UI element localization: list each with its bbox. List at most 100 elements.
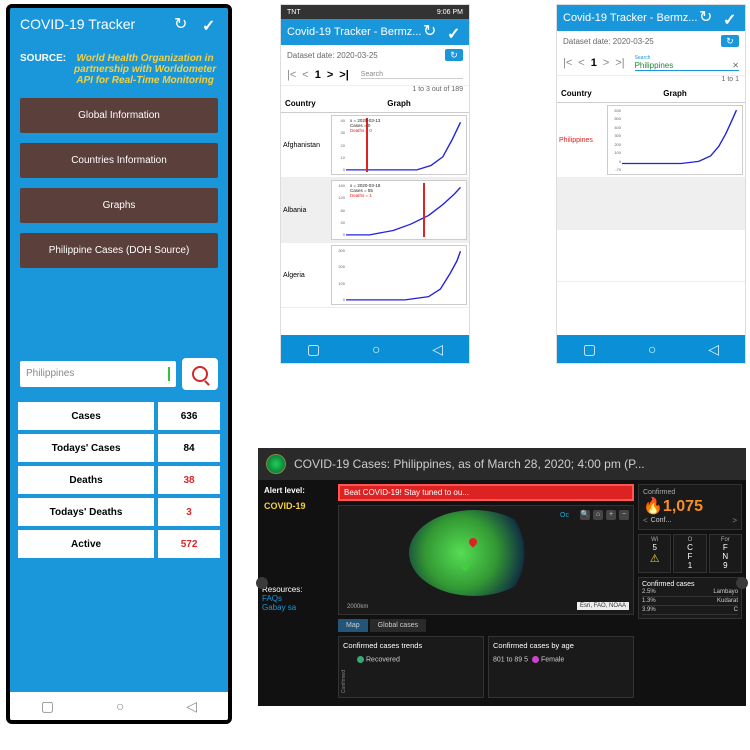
graphs-button[interactable]: Graphs <box>20 188 218 223</box>
home-icon[interactable]: ⌂ <box>593 510 603 520</box>
android-navbar: ▢ ○ ◁ <box>281 335 469 363</box>
tab-map[interactable]: Map <box>338 619 368 632</box>
check-icon[interactable] <box>202 16 218 32</box>
map-attribution: Esri, FAO, NOAA <box>577 602 629 610</box>
side-panel: Alert level: COVID-19 Resources: FAQs Ga… <box>262 484 334 698</box>
table-header: Country Graph <box>281 95 469 113</box>
dataset-row: Dataset date: 2020-03-25 ↻ <box>281 45 469 65</box>
next-icon[interactable]: > <box>732 516 737 525</box>
page-next-icon[interactable]: > <box>603 57 609 69</box>
phone-main: COVID-19 Tracker SOURCE: World Health Or… <box>6 4 232 724</box>
zoom-out-icon[interactable]: − <box>619 510 629 520</box>
resources-label: Resources: <box>262 585 334 594</box>
nav-back-icon[interactable]: ▢ <box>41 698 54 715</box>
map-tabs: Map Global cases <box>338 619 634 632</box>
philippine-cases-button[interactable]: Philippine Cases (DOH Source) <box>20 233 218 268</box>
global-information-button[interactable]: Global Information <box>20 98 218 133</box>
tile: Wi5⚠ <box>638 534 671 573</box>
country-graph: 16012080400 x = 2020-03-18Cases = 55Deat… <box>331 180 467 240</box>
sync-icon[interactable] <box>423 24 439 40</box>
app-header: Covid-19 Tracker - Bermz... <box>557 5 745 31</box>
tile: OC F 1 <box>673 534 706 573</box>
search-input[interactable]: Search Philippines✕ <box>635 55 739 71</box>
source-label: SOURCE: <box>20 53 66 86</box>
warning-icon: ⚠ <box>641 552 668 565</box>
stat-row: Cases636 <box>18 402 220 430</box>
search-icon <box>192 366 208 382</box>
android-navbar: ▢ ○ ◁ <box>557 335 745 363</box>
refresh-button[interactable]: ↻ <box>445 49 463 61</box>
phone-graph-filtered: Covid-19 Tracker - Bermz... Dataset date… <box>556 4 746 364</box>
page-next-icon[interactable]: > <box>327 69 333 81</box>
source-text: World Health Organization in partnership… <box>72 53 218 86</box>
pager: |< < 1 > >| Search <box>281 65 469 86</box>
prev-icon[interactable]: < <box>643 516 648 525</box>
page-number: 1 <box>315 69 321 81</box>
dot-recovered-icon <box>357 656 364 663</box>
confirmed-count-panel: Confirmed 🔥1,075 < Conf... > <box>638 484 742 530</box>
tab-global[interactable]: Global cases <box>370 619 426 632</box>
dot-female-icon <box>532 656 539 663</box>
country-name: Algeria <box>281 243 329 307</box>
nav-back-icon[interactable]: ▢ <box>307 341 320 358</box>
stats-table: Cases636 Todays' Cases84 Deaths38 Todays… <box>10 394 228 570</box>
nav-recent-icon[interactable]: ◁ <box>432 341 443 358</box>
nav-home-icon[interactable]: ○ <box>116 698 124 714</box>
country-graph: 403020100 x = 2020-03-13Cases = 0Deaths … <box>331 115 467 175</box>
dataset-date: Dataset date: 2020-03-25 <box>287 51 378 60</box>
nav-recent-icon[interactable]: ◁ <box>708 341 719 358</box>
country-graph: 6305004003002001000-70 <box>607 105 743 175</box>
resize-handle-icon[interactable] <box>256 577 268 589</box>
nav-home-icon[interactable]: ○ <box>372 341 380 357</box>
map[interactable]: 🔍 ⌂ + − Oc 2000km Esri, FAO, NOAA <box>338 505 634 615</box>
check-icon[interactable] <box>723 10 739 26</box>
sync-icon[interactable] <box>174 16 190 32</box>
countries-information-button[interactable]: Countries Information <box>20 143 218 178</box>
country-name: Afghanistan <box>281 113 329 177</box>
nav-home-icon[interactable]: ○ <box>648 341 656 357</box>
faq-link[interactable]: FAQs <box>262 594 334 603</box>
app-title: Covid-19 Tracker - Bermz... <box>563 12 697 24</box>
android-navbar: ▢ ○ ◁ <box>10 692 228 720</box>
page-last-icon[interactable]: >| <box>615 57 624 69</box>
page-number: 1 <box>591 57 597 69</box>
dashboard-header: COVID-19 Cases: Philippines, as of March… <box>258 448 746 480</box>
brand-text: COVID-19 <box>262 497 334 515</box>
stat-tiles: Wi5⚠ OC F 1 ForF N 9 <box>638 534 742 573</box>
page-first-icon[interactable]: |< <box>287 69 296 81</box>
dashboard-title: COVID-19 Cases: Philippines, as of March… <box>294 457 738 471</box>
dataset-date: Dataset date: 2020-03-25 <box>563 37 654 46</box>
map-globe <box>409 510 539 596</box>
check-icon[interactable] <box>447 24 463 40</box>
zoom-search-icon[interactable]: 🔍 <box>580 510 590 520</box>
nav-recent-icon[interactable]: ◁ <box>186 698 197 715</box>
nav-back-icon[interactable]: ▢ <box>583 341 596 358</box>
country-search-input[interactable]: Philippines <box>20 361 176 387</box>
map-scale: 2000km <box>347 604 368 610</box>
search-input[interactable]: Search <box>361 71 463 79</box>
sync-icon[interactable] <box>699 10 715 26</box>
refresh-button[interactable]: ↻ <box>721 35 739 47</box>
table-row: Afghanistan 403020100 x = 2020-03-13Case… <box>281 113 469 178</box>
app-title: COVID-19 Tracker <box>20 16 135 32</box>
search-row: Philippines <box>20 358 218 390</box>
search-button[interactable] <box>182 358 218 390</box>
resize-handle-icon[interactable] <box>736 577 748 589</box>
trends-panel: Confirmed cases trends Confirmed Recover… <box>338 636 484 698</box>
table-row: Algeria 3002001000 <box>281 243 469 308</box>
tile: ForF N 9 <box>709 534 742 573</box>
confirmed-selector[interactable]: Conf... <box>651 517 730 524</box>
stat-row: Active572 <box>18 530 220 558</box>
dataset-row: Dataset date: 2020-03-25 ↻ <box>557 31 745 51</box>
page-first-icon[interactable]: |< <box>563 57 572 69</box>
page-count: 1 to 1 <box>557 76 745 85</box>
country-name: Philippines <box>557 103 605 177</box>
clear-icon[interactable]: ✕ <box>732 61 739 70</box>
zoom-in-icon[interactable]: + <box>606 510 616 520</box>
table-row: Albania 16012080400 x = 2020-03-18Cases … <box>281 178 469 243</box>
gabay-link[interactable]: Gabay sa <box>262 603 334 612</box>
page-prev-icon[interactable]: < <box>578 57 584 69</box>
page-last-icon[interactable]: >| <box>339 69 349 81</box>
page-prev-icon[interactable]: < <box>302 69 308 81</box>
stat-row: Todays' Deaths3 <box>18 498 220 526</box>
